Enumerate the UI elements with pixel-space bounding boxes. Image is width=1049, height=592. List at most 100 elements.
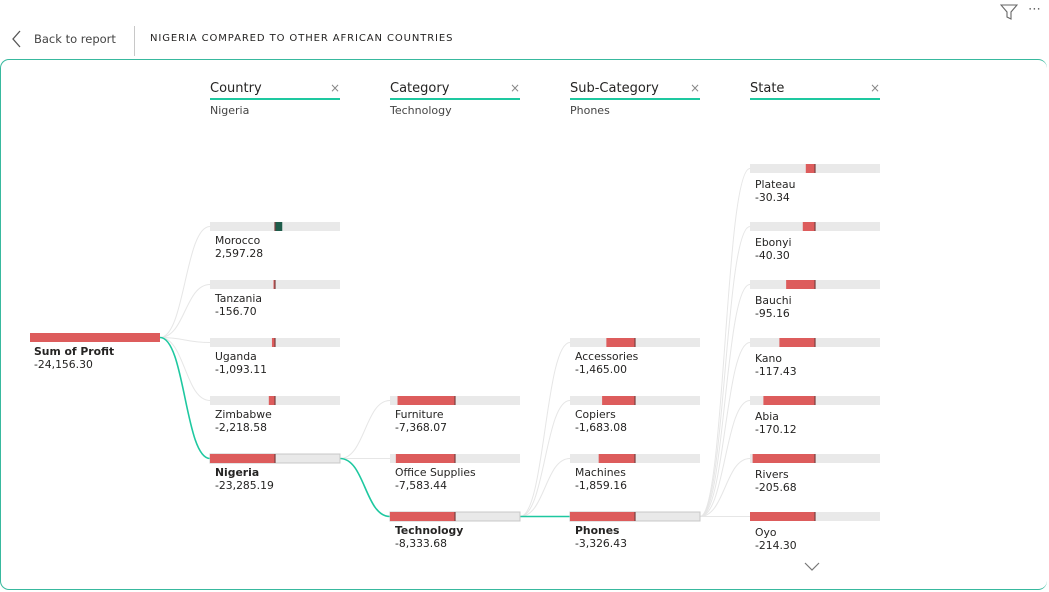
node-nigeria-bar[interactable] xyxy=(210,454,275,463)
node-abia-bar[interactable] xyxy=(763,396,815,405)
node-oyo-value: -214.30 xyxy=(755,538,797,552)
connector-accessories xyxy=(519,342,571,517)
root-node-name: Sum of Profit xyxy=(34,345,115,358)
node-furniture-value: -7,368.07 xyxy=(395,420,447,434)
node-plateau-label[interactable]: Plateau -30.34 xyxy=(755,178,796,204)
node-uganda-label[interactable]: Uganda -1,093.11 xyxy=(215,350,267,376)
node-technology-label[interactable]: Technology -8,333.68 xyxy=(395,524,463,550)
node-accessories-bar[interactable] xyxy=(606,338,635,347)
node-zimbabwe-label[interactable]: Zimbabwe -2,218.58 xyxy=(215,408,272,434)
node-accessories-zero-line xyxy=(634,338,636,347)
node-plateau-value: -30.34 xyxy=(755,190,790,204)
connector-abia xyxy=(699,400,751,517)
node-machines-label[interactable]: Machines -1,859.16 xyxy=(575,466,627,492)
node-morocco-value: 2,597.28 xyxy=(215,246,264,260)
node-ebonyi-value: -40.30 xyxy=(755,248,790,262)
node-accessories-value: -1,465.00 xyxy=(575,362,627,376)
node-plateau-bar[interactable] xyxy=(805,164,815,173)
node-office-supplies-name: Office Supplies xyxy=(395,466,476,479)
node-accessories-label[interactable]: Accessories -1,465.00 xyxy=(575,350,639,376)
node-office-supplies-label[interactable]: Office Supplies -7,583.44 xyxy=(395,466,476,492)
root-node-label[interactable]: Sum of Profit -24,156.30 xyxy=(34,345,115,371)
node-uganda-zero-line xyxy=(274,338,276,347)
node-technology-value: -8,333.68 xyxy=(395,536,447,550)
node-uganda-value: -1,093.11 xyxy=(215,362,267,376)
node-rivers-value: -205.68 xyxy=(755,480,797,494)
node-kano-name: Kano xyxy=(755,352,782,365)
node-technology-zero-line xyxy=(454,512,456,521)
node-nigeria-value: -23,285.19 xyxy=(215,478,274,492)
node-copiers-value: -1,683.08 xyxy=(575,420,627,434)
node-abia-name: Abia xyxy=(755,410,779,423)
node-rivers-zero-line xyxy=(814,454,816,463)
node-bauchi-label[interactable]: Bauchi -95.16 xyxy=(755,294,792,320)
node-oyo-zero-line xyxy=(814,512,816,521)
node-phones-bar[interactable] xyxy=(570,512,635,521)
node-office-supplies-bar[interactable] xyxy=(395,454,455,463)
connector-machines xyxy=(519,458,571,517)
node-rivers-bar[interactable] xyxy=(752,454,815,463)
node-zimbabwe-bar[interactable] xyxy=(268,396,275,405)
node-bauchi-value: -95.16 xyxy=(755,306,790,320)
connector-copiers xyxy=(519,400,571,517)
node-machines-zero-line xyxy=(634,454,636,463)
node-ebonyi-name: Ebonyi xyxy=(755,236,792,249)
node-morocco-bar[interactable] xyxy=(275,222,283,231)
node-machines-bar[interactable] xyxy=(598,454,635,463)
node-plateau-zero-line xyxy=(814,164,816,173)
node-plateau-name: Plateau xyxy=(755,178,796,191)
node-copiers-bar[interactable] xyxy=(602,396,635,405)
node-furniture-zero-line xyxy=(454,396,456,405)
connector-selected-technology xyxy=(339,457,391,518)
node-ebonyi-bar[interactable] xyxy=(802,222,815,231)
connector-furniture xyxy=(339,400,391,459)
node-abia-label[interactable]: Abia -170.12 xyxy=(755,410,797,436)
connector-zimbabwe xyxy=(159,337,211,401)
node-machines-name: Machines xyxy=(575,466,626,479)
node-technology-bar[interactable] xyxy=(390,512,455,521)
node-zimbabwe-value: -2,218.58 xyxy=(215,420,267,434)
node-tanzania-zero-line xyxy=(274,280,276,289)
node-ebonyi-label[interactable]: Ebonyi -40.30 xyxy=(755,236,792,262)
node-bauchi-bar[interactable] xyxy=(786,280,815,289)
node-morocco-label[interactable]: Morocco 2,597.28 xyxy=(215,234,264,260)
node-abia-zero-line xyxy=(814,396,816,405)
node-phones-label[interactable]: Phones -3,326.43 xyxy=(575,524,627,550)
node-copiers-label[interactable]: Copiers -1,683.08 xyxy=(575,408,627,434)
node-copiers-name: Copiers xyxy=(575,408,616,421)
node-kano-label[interactable]: Kano -117.43 xyxy=(755,352,797,378)
node-rivers-label[interactable]: Rivers -205.68 xyxy=(755,468,797,494)
node-ebonyi-zero-line xyxy=(814,222,816,231)
node-furniture-name: Furniture xyxy=(395,408,444,421)
node-oyo-name: Oyo xyxy=(755,526,777,539)
node-nigeria-label[interactable]: Nigeria -23,285.19 xyxy=(215,466,274,492)
node-zimbabwe-name: Zimbabwe xyxy=(215,408,272,421)
node-kano-bar[interactable] xyxy=(779,338,815,347)
root-node-value: -24,156.30 xyxy=(34,357,93,371)
chevron-down-icon[interactable] xyxy=(803,560,821,572)
node-zimbabwe-zero-line xyxy=(274,396,276,405)
node-bauchi-name: Bauchi xyxy=(755,294,792,307)
node-oyo-label[interactable]: Oyo -214.30 xyxy=(755,526,797,552)
node-rivers-name: Rivers xyxy=(755,468,789,481)
node-tanzania-name: Tanzania xyxy=(215,292,263,305)
node-tanzania-label[interactable]: Tanzania -156.70 xyxy=(215,292,263,318)
node-morocco-zero-line xyxy=(274,222,276,231)
node-kano-zero-line xyxy=(814,338,816,347)
node-uganda-name: Uganda xyxy=(215,350,257,363)
node-morocco-name: Morocco xyxy=(215,234,261,247)
connector-tanzania xyxy=(159,284,211,338)
node-kano-value: -117.43 xyxy=(755,364,797,378)
root-node-bar[interactable] xyxy=(30,333,160,342)
node-furniture-label[interactable]: Furniture -7,368.07 xyxy=(395,408,447,434)
node-accessories-name: Accessories xyxy=(575,350,639,363)
connector-bauchi xyxy=(699,284,751,517)
node-office-supplies-value: -7,583.44 xyxy=(395,478,447,492)
node-oyo-bar[interactable] xyxy=(750,512,815,521)
node-abia-value: -170.12 xyxy=(755,422,797,436)
node-furniture-bar[interactable] xyxy=(397,396,455,405)
node-copiers-zero-line xyxy=(634,396,636,405)
connector-plateau xyxy=(699,168,751,517)
connector-morocco xyxy=(159,226,211,338)
node-phones-name: Phones xyxy=(575,524,620,537)
